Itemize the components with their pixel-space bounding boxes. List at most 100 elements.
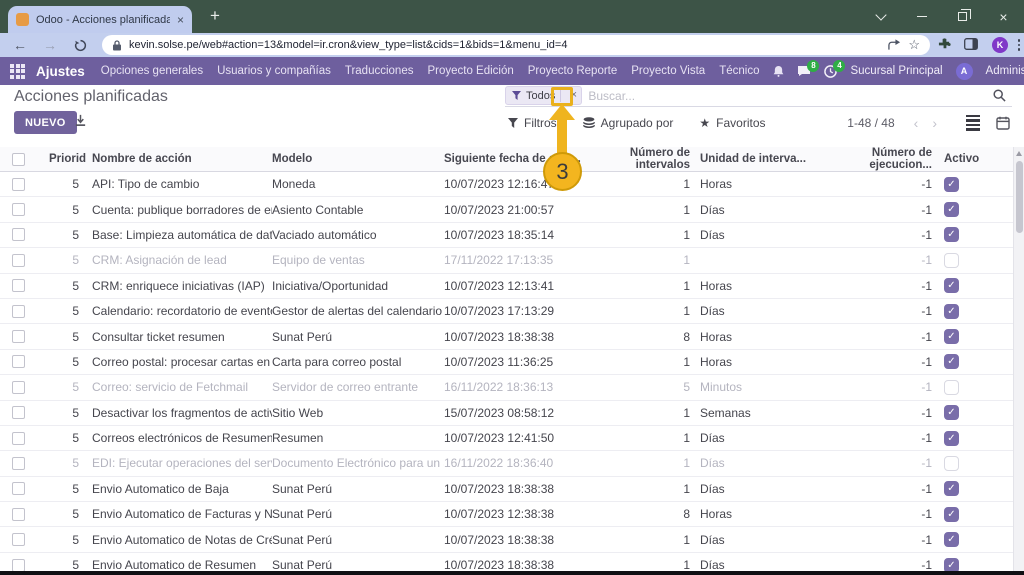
bookmark-star-icon[interactable]: ☆	[908, 37, 920, 53]
favorites-button[interactable]: ★ Favoritos	[699, 116, 765, 130]
table-row[interactable]: 5 Consultar ticket resumen Sunat Perú 10…	[0, 324, 1024, 349]
table-row[interactable]: 5 Base: Limpieza automática de datos i..…	[0, 223, 1024, 248]
row-checkbox[interactable]	[12, 559, 25, 572]
table-row[interactable]: 5 Correos electrónicos de Resumen Resume…	[0, 426, 1024, 451]
table-row[interactable]: 5 CRM: enriquece iniciativas (IAP) Inici…	[0, 274, 1024, 299]
active-checkbox[interactable]: ✓	[944, 456, 959, 471]
active-checkbox[interactable]: ✓	[944, 380, 959, 395]
col-active[interactable]: Activo	[932, 153, 988, 165]
table-row[interactable]: 5 Calendario: recordatorio de evento Ges…	[0, 299, 1024, 324]
menu-proyecto-edicion[interactable]: Proyecto Edición	[427, 65, 513, 77]
row-checkbox[interactable]	[12, 355, 25, 368]
scrollbar-up-icon[interactable]	[1016, 151, 1022, 156]
menu-proyecto-vista[interactable]: Proyecto Vista	[631, 65, 705, 77]
tab-close-icon[interactable]: ×	[177, 14, 184, 26]
active-checkbox[interactable]: ✓	[944, 329, 959, 344]
active-checkbox[interactable]: ✓	[944, 405, 959, 420]
table-row[interactable]: 5 API: Tipo de cambio Moneda 10/07/2023 …	[0, 172, 1024, 197]
calendar-view-button[interactable]	[996, 116, 1010, 130]
search-button[interactable]	[993, 89, 1006, 102]
col-intervals[interactable]: Número de intervalos	[602, 147, 690, 171]
row-checkbox[interactable]	[12, 432, 25, 445]
url-bar[interactable]: kevin.solse.pe/web#action=13&model=ir.cr…	[102, 35, 930, 55]
forward-button[interactable]: →	[38, 33, 62, 57]
notifications-button[interactable]	[773, 65, 784, 77]
row-checkbox[interactable]	[12, 305, 25, 318]
row-checkbox[interactable]	[12, 508, 25, 521]
back-button[interactable]: ←	[8, 33, 32, 57]
active-checkbox[interactable]: ✓	[944, 481, 959, 496]
new-tab-button[interactable]: +	[203, 4, 227, 28]
menu-proyecto-reporte[interactable]: Proyecto Reporte	[528, 65, 618, 77]
active-checkbox[interactable]: ✓	[944, 431, 959, 446]
row-checkbox[interactable]	[12, 279, 25, 292]
apps-grid-icon[interactable]	[10, 64, 25, 79]
browser-menu-button[interactable]	[1018, 39, 1021, 51]
row-checkbox[interactable]	[12, 254, 25, 267]
menu-traducciones[interactable]: Traducciones	[345, 65, 414, 77]
restore-button[interactable]	[942, 0, 983, 33]
col-name[interactable]: Nombre de acción	[86, 153, 272, 165]
row-checkbox[interactable]	[12, 381, 25, 394]
active-checkbox[interactable]: ✓	[944, 202, 959, 217]
user-menu[interactable]: Administrator (kevin16)	[986, 65, 1024, 77]
app-name[interactable]: Ajustes	[36, 64, 85, 79]
share-button[interactable]	[888, 39, 901, 51]
group-by-button[interactable]: Agrupado por	[583, 116, 674, 130]
export-button[interactable]	[74, 114, 87, 127]
reload-button[interactable]	[68, 33, 92, 57]
row-checkbox[interactable]	[12, 178, 25, 191]
pager-next-button[interactable]: ›	[925, 115, 944, 131]
menu-usuarios-companias[interactable]: Usuarios y compañías	[217, 65, 331, 77]
scrollbar-thumb[interactable]	[1016, 161, 1023, 233]
activities-button[interactable]: 4	[824, 65, 837, 78]
table-row[interactable]: 5 Correo: servicio de Fetchmail Servidor…	[0, 375, 1024, 400]
active-checkbox[interactable]: ✓	[944, 278, 959, 293]
pager-prev-button[interactable]: ‹	[907, 115, 926, 131]
row-checkbox[interactable]	[12, 533, 25, 546]
messages-button[interactable]: 8	[797, 65, 811, 77]
extensions-button[interactable]	[938, 38, 951, 51]
active-checkbox[interactable]: ✓	[944, 354, 959, 369]
new-button[interactable]: NUEVO	[14, 111, 77, 134]
table-row[interactable]: 5 Cuenta: publique borradores de entra..…	[0, 197, 1024, 222]
company-switcher[interactable]: Sucursal Principal	[850, 65, 942, 77]
table-row[interactable]: 5 Envio Automatico de Baja Sunat Perú 10…	[0, 477, 1024, 502]
side-panel-button[interactable]	[964, 38, 978, 50]
col-unit[interactable]: Unidad de interva...	[690, 153, 808, 165]
col-priority[interactable]: Priorid...	[36, 153, 86, 165]
search-input[interactable]	[582, 89, 993, 103]
table-row[interactable]: 5 CRM: Asignación de lead Equipo de vent…	[0, 248, 1024, 273]
search-bar[interactable]: Todos ×	[505, 85, 1012, 107]
active-checkbox[interactable]: ✓	[944, 227, 959, 242]
user-avatar[interactable]: A	[956, 63, 973, 80]
active-checkbox[interactable]: ✓	[944, 177, 959, 192]
col-model[interactable]: Modelo	[272, 153, 444, 165]
table-row[interactable]: 5 Envio Automatico de Facturas y Notas..…	[0, 502, 1024, 527]
list-view-button[interactable]	[966, 115, 980, 131]
row-checkbox[interactable]	[12, 228, 25, 241]
row-checkbox[interactable]	[12, 482, 25, 495]
tab-search-button[interactable]	[860, 0, 901, 33]
active-checkbox[interactable]: ✓	[944, 253, 959, 268]
row-checkbox[interactable]	[12, 457, 25, 470]
active-checkbox[interactable]: ✓	[944, 507, 959, 522]
minimize-button[interactable]	[901, 0, 942, 33]
table-scrollbar[interactable]	[1013, 147, 1024, 571]
row-checkbox[interactable]	[12, 203, 25, 216]
active-checkbox[interactable]: ✓	[944, 304, 959, 319]
table-row[interactable]: 5 EDI: Ejecutar operaciones del servicio…	[0, 451, 1024, 476]
close-window-button[interactable]: ×	[983, 0, 1024, 33]
table-row[interactable]: 5 Envio Automatico de Notas de Crédito S…	[0, 527, 1024, 552]
row-checkbox[interactable]	[12, 330, 25, 343]
select-all-checkbox[interactable]	[12, 153, 25, 166]
col-executions[interactable]: Número de ejecucion...	[808, 147, 932, 171]
table-row[interactable]: 5 Correo postal: procesar cartas en la c…	[0, 350, 1024, 375]
browser-profile-avatar[interactable]: K	[992, 37, 1008, 53]
menu-opciones-generales[interactable]: Opciones generales	[101, 65, 203, 77]
row-checkbox[interactable]	[12, 406, 25, 419]
menu-tecnico[interactable]: Técnico	[719, 65, 759, 77]
table-row[interactable]: 5 Desactivar los fragmentos de activos .…	[0, 401, 1024, 426]
active-checkbox[interactable]: ✓	[944, 532, 959, 547]
browser-tab[interactable]: Odoo - Acciones planificadas ×	[8, 6, 192, 33]
